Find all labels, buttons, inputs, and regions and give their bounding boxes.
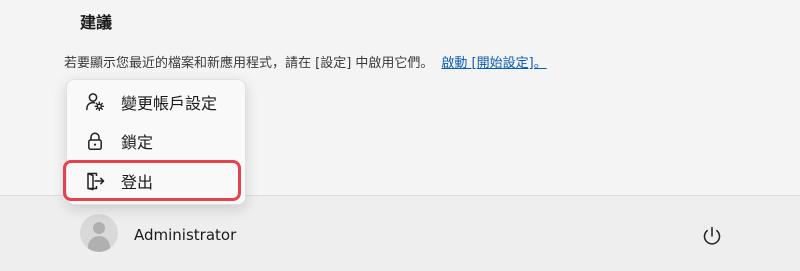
start-menu: 建議 若要顯示您最近的檔案和新應用程式，請在 [設定] 中啟用它們。 啟動 [開始… — [0, 0, 800, 271]
power-button[interactable] — [698, 222, 726, 250]
power-icon — [703, 226, 721, 245]
recommended-title: 建議 — [80, 13, 113, 32]
avatar[interactable] — [80, 214, 118, 252]
change-account-settings-label: 變更帳戶設定 — [121, 94, 218, 113]
recommended-message: 若要顯示您最近的檔案和新應用程式，請在 [設定] 中啟用它們。 — [64, 56, 434, 71]
account-flyout-menu: 變更帳戶設定 鎖定 登出 — [66, 79, 246, 205]
sign-out-label: 登出 — [121, 173, 154, 192]
person-gear-icon — [85, 92, 105, 112]
lock-item[interactable]: 鎖定 — [67, 122, 245, 160]
start-settings-link[interactable]: 啟動 [開始設定]。 — [441, 56, 546, 71]
user-name[interactable]: Administrator — [134, 226, 236, 244]
lock-icon — [85, 131, 105, 151]
lock-label: 鎖定 — [121, 133, 154, 152]
avatar-body-shape — [88, 236, 110, 252]
change-account-settings-item[interactable]: 變更帳戶設定 — [67, 83, 245, 121]
sign-out-icon — [85, 171, 105, 191]
user-bar — [0, 195, 800, 271]
recommended-message-row: 若要顯示您最近的檔案和新應用程式，請在 [設定] 中啟用它們。 啟動 [開始設定]… — [64, 52, 547, 71]
sign-out-item[interactable]: 登出 — [67, 162, 245, 200]
avatar-head-shape — [93, 222, 105, 234]
